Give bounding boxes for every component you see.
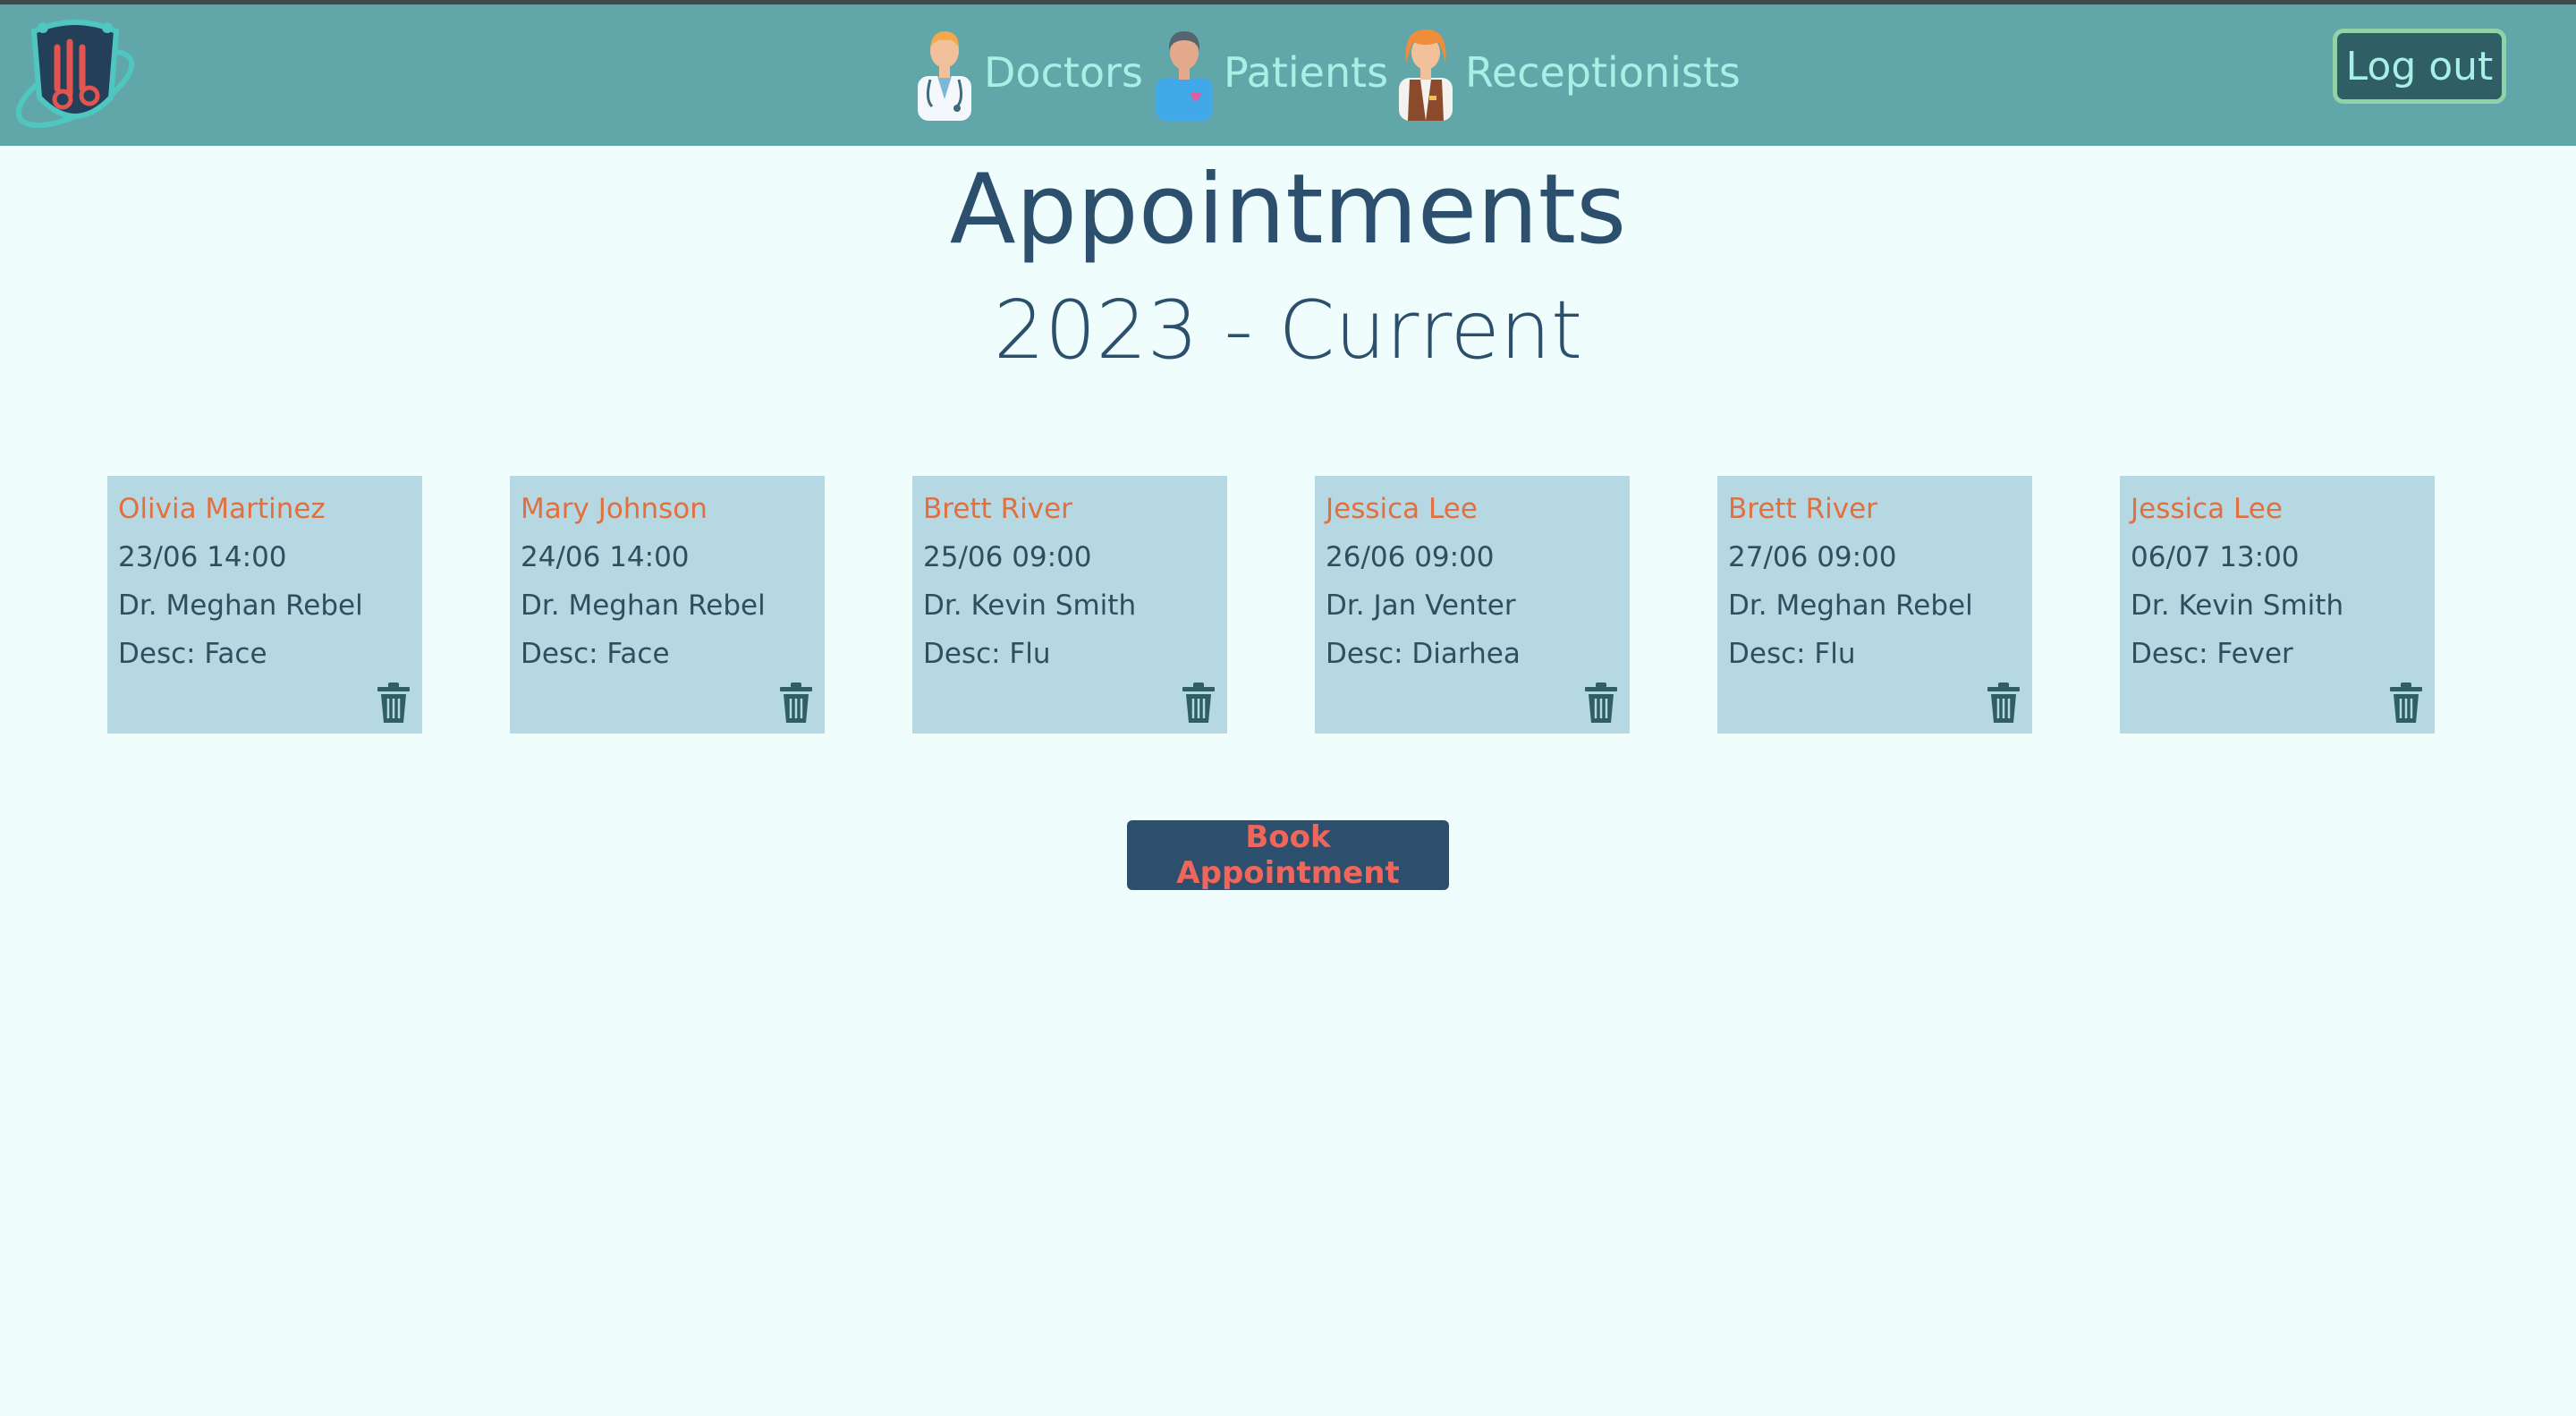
appointment-patient: Brett River [1728,493,1877,525]
patient-icon [1156,31,1213,121]
trash-icon[interactable] [2388,682,2424,725]
nav-doctors[interactable]: Doctors [912,22,1143,123]
appointment-list: Olivia Martinez 23/06 14:00 Dr. Meghan R… [0,476,2576,735]
appointment-patient: Olivia Martinez [118,493,326,525]
nav-receptionists-label: Receptionists [1465,48,1741,97]
trash-icon[interactable] [376,682,411,725]
appointment-card: Brett River 25/06 09:00 Dr. Kevin Smith … [912,476,1227,733]
appointment-card: Mary Johnson 24/06 14:00 Dr. Meghan Rebe… [510,476,825,733]
appointment-doctor: Dr. Jan Venter [1326,589,1516,622]
appointment-card: Brett River 27/06 09:00 Dr. Meghan Rebel… [1717,476,2032,733]
appointment-doctor: Dr. Kevin Smith [2131,589,2344,622]
nav-patients-label: Patients [1224,48,1389,97]
appointment-description: Desc: Face [118,638,267,670]
trash-icon[interactable] [778,682,814,725]
appointment-card: Olivia Martinez 23/06 14:00 Dr. Meghan R… [107,476,422,733]
appointment-datetime: 24/06 14:00 [521,541,690,573]
appointment-doctor: Dr. Kevin Smith [923,589,1137,622]
appointment-patient: Jessica Lee [2131,493,2283,525]
appointment-description: Desc: Flu [923,638,1051,670]
nav-receptionists[interactable]: Receptionists [1394,22,1741,123]
appointment-description: Desc: Diarhea [1326,638,1521,670]
appointment-datetime: 06/07 13:00 [2131,541,2300,573]
trash-icon[interactable] [1583,682,1619,725]
appointment-datetime: 26/06 09:00 [1326,541,1495,573]
appointment-patient: Jessica Lee [1326,493,1478,525]
page-title: Appointments [949,154,1627,266]
trash-icon[interactable] [1181,682,1216,725]
appointment-doctor: Dr. Meghan Rebel [521,589,766,622]
trash-icon[interactable] [1986,682,2021,725]
appointment-datetime: 25/06 09:00 [923,541,1092,573]
appointment-description: Desc: Face [521,638,670,670]
receptionist-icon [1399,30,1453,121]
appointment-description: Desc: Flu [1728,638,1856,670]
appointment-patient: Mary Johnson [521,493,708,525]
appointment-card: Jessica Lee 06/07 13:00 Dr. Kevin Smith … [2120,476,2435,733]
appointment-patient: Brett River [923,493,1072,525]
appointment-datetime: 27/06 09:00 [1728,541,1897,573]
page-subtitle: 2023 - Current [993,284,1583,377]
book-appointment-button[interactable]: Book Appointment [1127,819,1449,891]
appointment-doctor: Dr. Meghan Rebel [118,589,363,622]
navbar: Doctors Patients Receptionists Log out [0,4,2576,146]
clinic-logo-icon[interactable] [7,12,143,144]
nav-doctors-label: Doctors [984,48,1143,97]
logout-button[interactable]: Log out [2333,29,2506,104]
appointment-datetime: 23/06 14:00 [118,541,287,573]
doctor-icon [918,31,971,121]
appointment-doctor: Dr. Meghan Rebel [1728,589,1973,622]
appointment-card: Jessica Lee 26/06 09:00 Dr. Jan Venter D… [1315,476,1630,733]
appointment-description: Desc: Fever [2131,638,2293,670]
nav-patients[interactable]: Patients [1152,22,1388,123]
